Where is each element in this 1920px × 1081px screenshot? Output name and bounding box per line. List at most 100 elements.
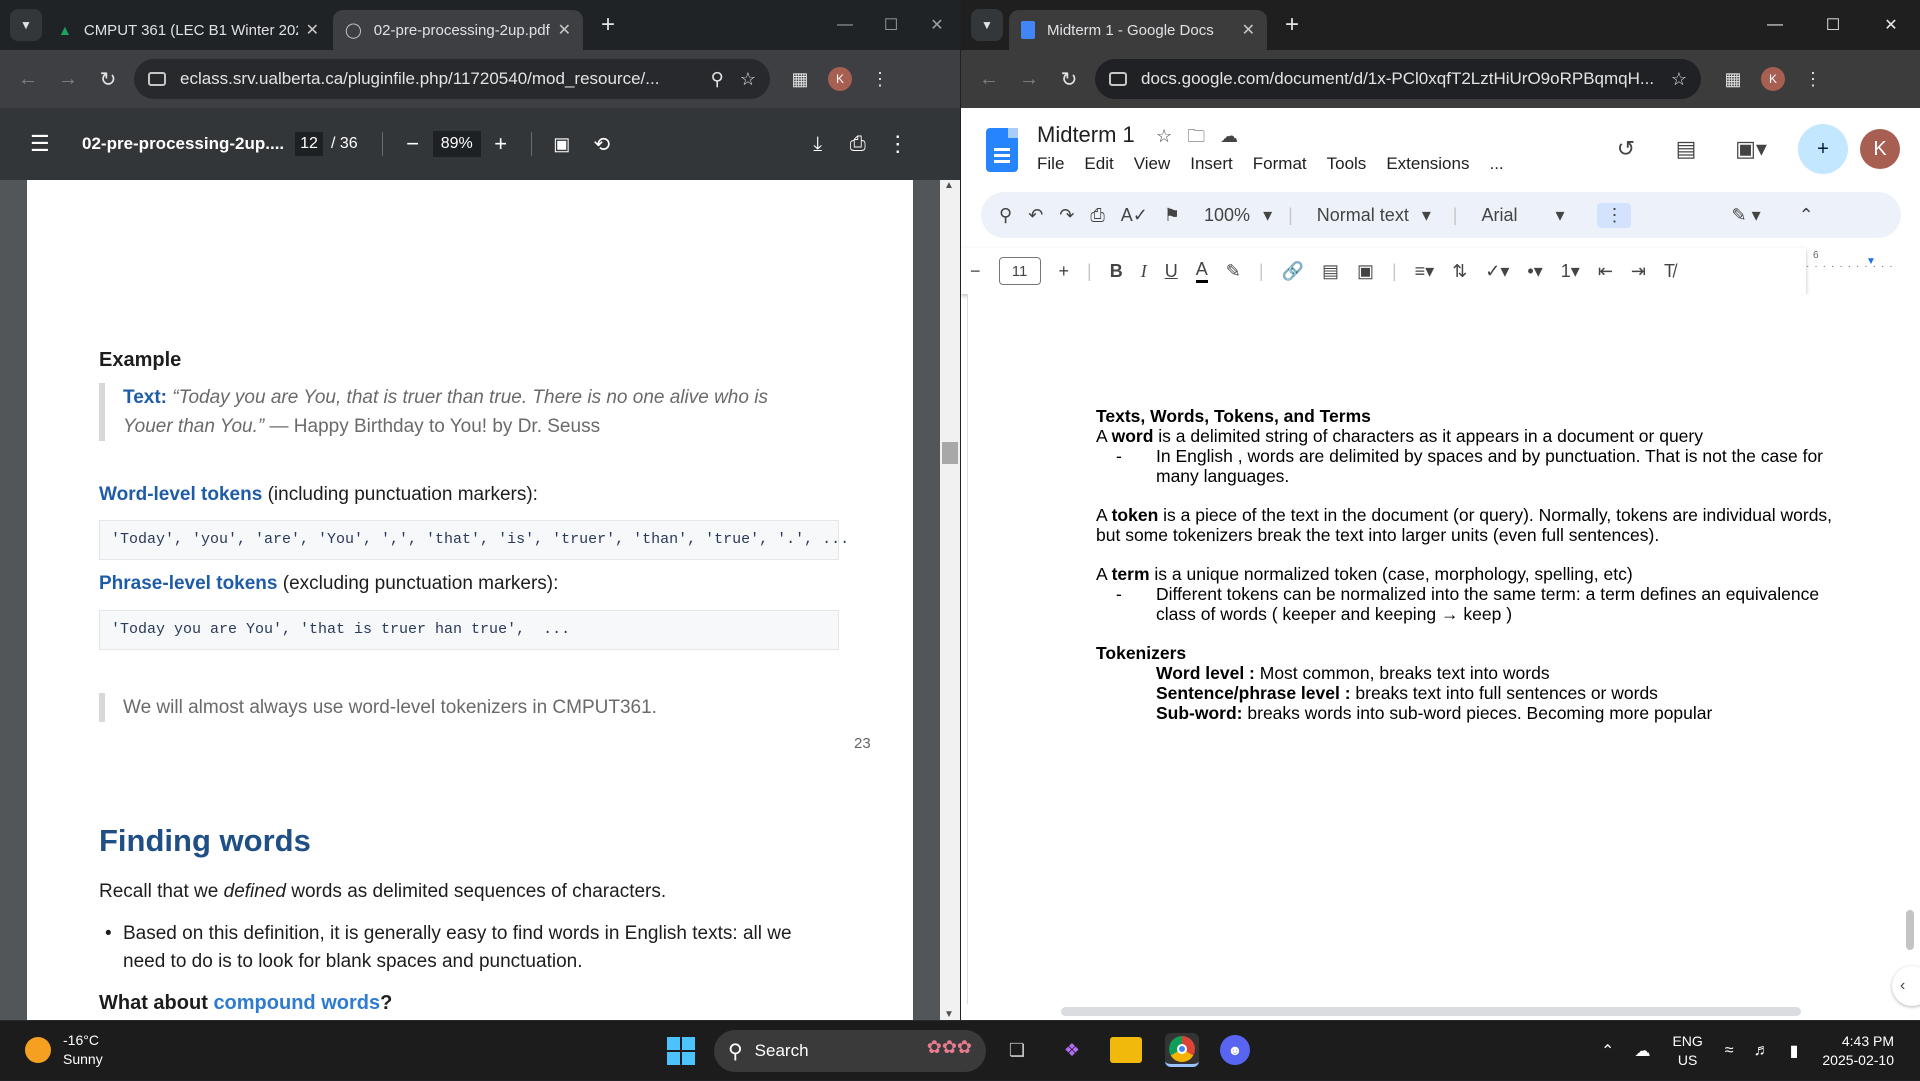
profile-avatar[interactable]: K bbox=[828, 67, 852, 91]
profile-avatar[interactable]: K bbox=[1761, 67, 1785, 91]
font-select[interactable]: Arial ▾ bbox=[1473, 205, 1581, 226]
close-tab-icon[interactable]: ✕ bbox=[558, 20, 571, 40]
docs-scrollbar[interactable] bbox=[1900, 294, 1920, 1014]
tab-docs[interactable]: Midterm 1 - Google Docs ✕ bbox=[1009, 10, 1267, 50]
hamburger-menu-icon[interactable]: ☰ bbox=[30, 131, 52, 157]
clear-formatting-icon[interactable]: T̸ bbox=[1664, 261, 1675, 282]
copilot-icon[interactable]: ❖ bbox=[1055, 1033, 1089, 1067]
menu-view[interactable]: View bbox=[1134, 154, 1171, 174]
decrease-indent-icon[interactable]: ⇤ bbox=[1598, 261, 1613, 282]
more-options-icon[interactable]: ⋮ bbox=[878, 131, 918, 157]
menu-extensions[interactable]: Extensions bbox=[1386, 154, 1469, 174]
bold-icon[interactable]: B bbox=[1110, 261, 1123, 282]
menu-more[interactable]: ... bbox=[1489, 154, 1503, 174]
underline-icon[interactable]: U bbox=[1165, 261, 1178, 282]
zoom-select[interactable]: 100% ▾ bbox=[1196, 205, 1272, 226]
pdf-scrollbar[interactable]: ▲ ▼ bbox=[940, 180, 960, 1020]
site-info-icon[interactable] bbox=[1109, 72, 1127, 86]
menu-insert[interactable]: Insert bbox=[1190, 154, 1233, 174]
phrase-level-link[interactable]: Phrase-level tokens bbox=[99, 573, 277, 594]
maximize-icon[interactable]: ☐ bbox=[1804, 15, 1862, 35]
maximize-icon[interactable]: ☐ bbox=[868, 15, 914, 35]
minimize-icon[interactable]: — bbox=[1746, 16, 1804, 34]
wifi-icon[interactable]: ≈ bbox=[1725, 1042, 1734, 1060]
numbered-list-icon[interactable]: 1▾ bbox=[1561, 261, 1580, 282]
line-spacing-icon[interactable]: ⇅ bbox=[1452, 261, 1467, 282]
star-icon[interactable]: ☆ bbox=[1156, 126, 1172, 146]
menu-edit[interactable]: Edit bbox=[1084, 154, 1113, 174]
new-tab-button[interactable]: + bbox=[1285, 11, 1299, 39]
new-tab-button[interactable]: + bbox=[601, 11, 615, 39]
extensions-icon[interactable]: ▦ bbox=[1713, 69, 1753, 90]
volume-icon[interactable]: ♬ bbox=[1754, 1042, 1770, 1060]
move-folder-icon[interactable]: 🗀 bbox=[1187, 126, 1205, 146]
clock[interactable]: 4:43 PM 2025-02-10 bbox=[1822, 1032, 1894, 1070]
cloud-saved-icon[interactable]: ☁ bbox=[1220, 126, 1238, 146]
chrome-icon[interactable] bbox=[1165, 1033, 1199, 1067]
file-explorer-icon[interactable] bbox=[1110, 1037, 1142, 1063]
scroll-down-icon[interactable]: ▼ bbox=[944, 1009, 954, 1020]
increase-indent-icon[interactable]: ⇥ bbox=[1631, 261, 1646, 282]
document-page[interactable]: Texts, Words, Tokens, and Terms A word i… bbox=[967, 294, 1900, 1004]
link-icon[interactable]: 🔗 bbox=[1282, 261, 1304, 282]
weather-tray-icon[interactable]: ☁ bbox=[1634, 1041, 1650, 1061]
text-color-icon[interactable]: A bbox=[1195, 259, 1208, 283]
decrease-font-size-icon[interactable]: − bbox=[970, 261, 981, 282]
document-title[interactable]: Midterm 1 bbox=[1037, 122, 1135, 148]
reload-icon[interactable]: ↻ bbox=[88, 67, 128, 92]
horizontal-scrollbar[interactable] bbox=[1061, 1007, 1801, 1016]
download-icon[interactable]: ⤓ bbox=[798, 133, 838, 156]
scrollbar-thumb[interactable] bbox=[942, 442, 958, 464]
discord-icon[interactable]: ☻ bbox=[1220, 1035, 1250, 1065]
style-select[interactable]: Normal text ▾ bbox=[1309, 205, 1437, 226]
zoom-search-icon[interactable]: ⚲ bbox=[711, 69, 724, 90]
start-button[interactable] bbox=[667, 1037, 695, 1065]
zoom-in-icon[interactable]: + bbox=[481, 131, 521, 157]
editing-mode-icon[interactable]: ✎ ▾ bbox=[1731, 205, 1760, 226]
tab-cmput[interactable]: ▲ CMPUT 361 (LEC B1 Winter 202 ✕ bbox=[46, 10, 331, 50]
reload-icon[interactable]: ↻ bbox=[1049, 67, 1089, 92]
hide-menus-icon[interactable]: ⌃ bbox=[1799, 205, 1814, 226]
site-info-icon[interactable] bbox=[148, 72, 166, 86]
back-icon[interactable]: ← bbox=[8, 68, 48, 91]
menu-dots-icon[interactable]: ⋮ bbox=[1793, 69, 1833, 90]
spellcheck-icon[interactable]: A✓ bbox=[1121, 205, 1148, 226]
ruler[interactable]: 6 ··········· ▼ bbox=[1806, 250, 1920, 272]
task-view-icon[interactable]: ❏ bbox=[1000, 1033, 1034, 1067]
version-history-icon[interactable]: ↺ bbox=[1596, 136, 1656, 162]
comment-add-icon[interactable]: ▤ bbox=[1322, 261, 1339, 282]
bookmark-star-icon[interactable]: ☆ bbox=[740, 69, 756, 90]
close-tab-icon[interactable]: ✕ bbox=[1242, 20, 1255, 40]
highlight-icon[interactable]: ✎ bbox=[1226, 261, 1241, 282]
address-bar[interactable]: docs.google.com/document/d/1x-PCl0xqfT2L… bbox=[1095, 59, 1701, 99]
forward-icon[interactable]: → bbox=[48, 68, 88, 91]
paint-format-icon[interactable]: ⚑ bbox=[1164, 205, 1180, 226]
font-size-input[interactable]: 11 bbox=[998, 257, 1041, 285]
close-window-icon[interactable]: ✕ bbox=[914, 15, 960, 35]
scrollbar-thumb[interactable] bbox=[1906, 910, 1914, 950]
image-icon[interactable]: ▣ bbox=[1357, 261, 1374, 282]
menu-dots-icon[interactable]: ⋮ bbox=[860, 69, 900, 90]
extensions-icon[interactable]: ▦ bbox=[780, 69, 820, 90]
language-indicator[interactable]: ENG US bbox=[1672, 1032, 1702, 1070]
docs-logo-icon[interactable] bbox=[986, 128, 1018, 172]
address-bar[interactable]: eclass.srv.ualberta.ca/pluginfile.php/11… bbox=[134, 59, 770, 99]
more-tools-icon[interactable]: ⋮ bbox=[1597, 202, 1632, 228]
redo-icon[interactable]: ↷ bbox=[1059, 205, 1074, 226]
back-icon[interactable]: ← bbox=[969, 68, 1009, 91]
search-menus-icon[interactable]: ⚲ bbox=[999, 205, 1012, 226]
close-window-icon[interactable]: ✕ bbox=[1862, 15, 1920, 35]
tab-search-button[interactable]: ▼ bbox=[971, 9, 1003, 41]
italic-icon[interactable]: I bbox=[1141, 261, 1147, 282]
bookmark-star-icon[interactable]: ☆ bbox=[1671, 69, 1687, 90]
checklist-icon[interactable]: ✓▾ bbox=[1485, 261, 1509, 282]
scroll-up-icon[interactable]: ▲ bbox=[944, 180, 954, 191]
bulleted-list-icon[interactable]: •▾ bbox=[1527, 261, 1542, 282]
rotate-icon[interactable]: ⟲ bbox=[582, 132, 622, 157]
share-button[interactable]: + bbox=[1798, 124, 1848, 174]
weather-widget[interactable]: -16°C Sunny bbox=[25, 1031, 103, 1069]
minimize-icon[interactable]: — bbox=[822, 16, 868, 34]
undo-icon[interactable]: ↶ bbox=[1028, 205, 1043, 226]
print-icon[interactable]: ⎙ bbox=[1090, 205, 1104, 226]
close-tab-icon[interactable]: ✕ bbox=[306, 20, 319, 40]
